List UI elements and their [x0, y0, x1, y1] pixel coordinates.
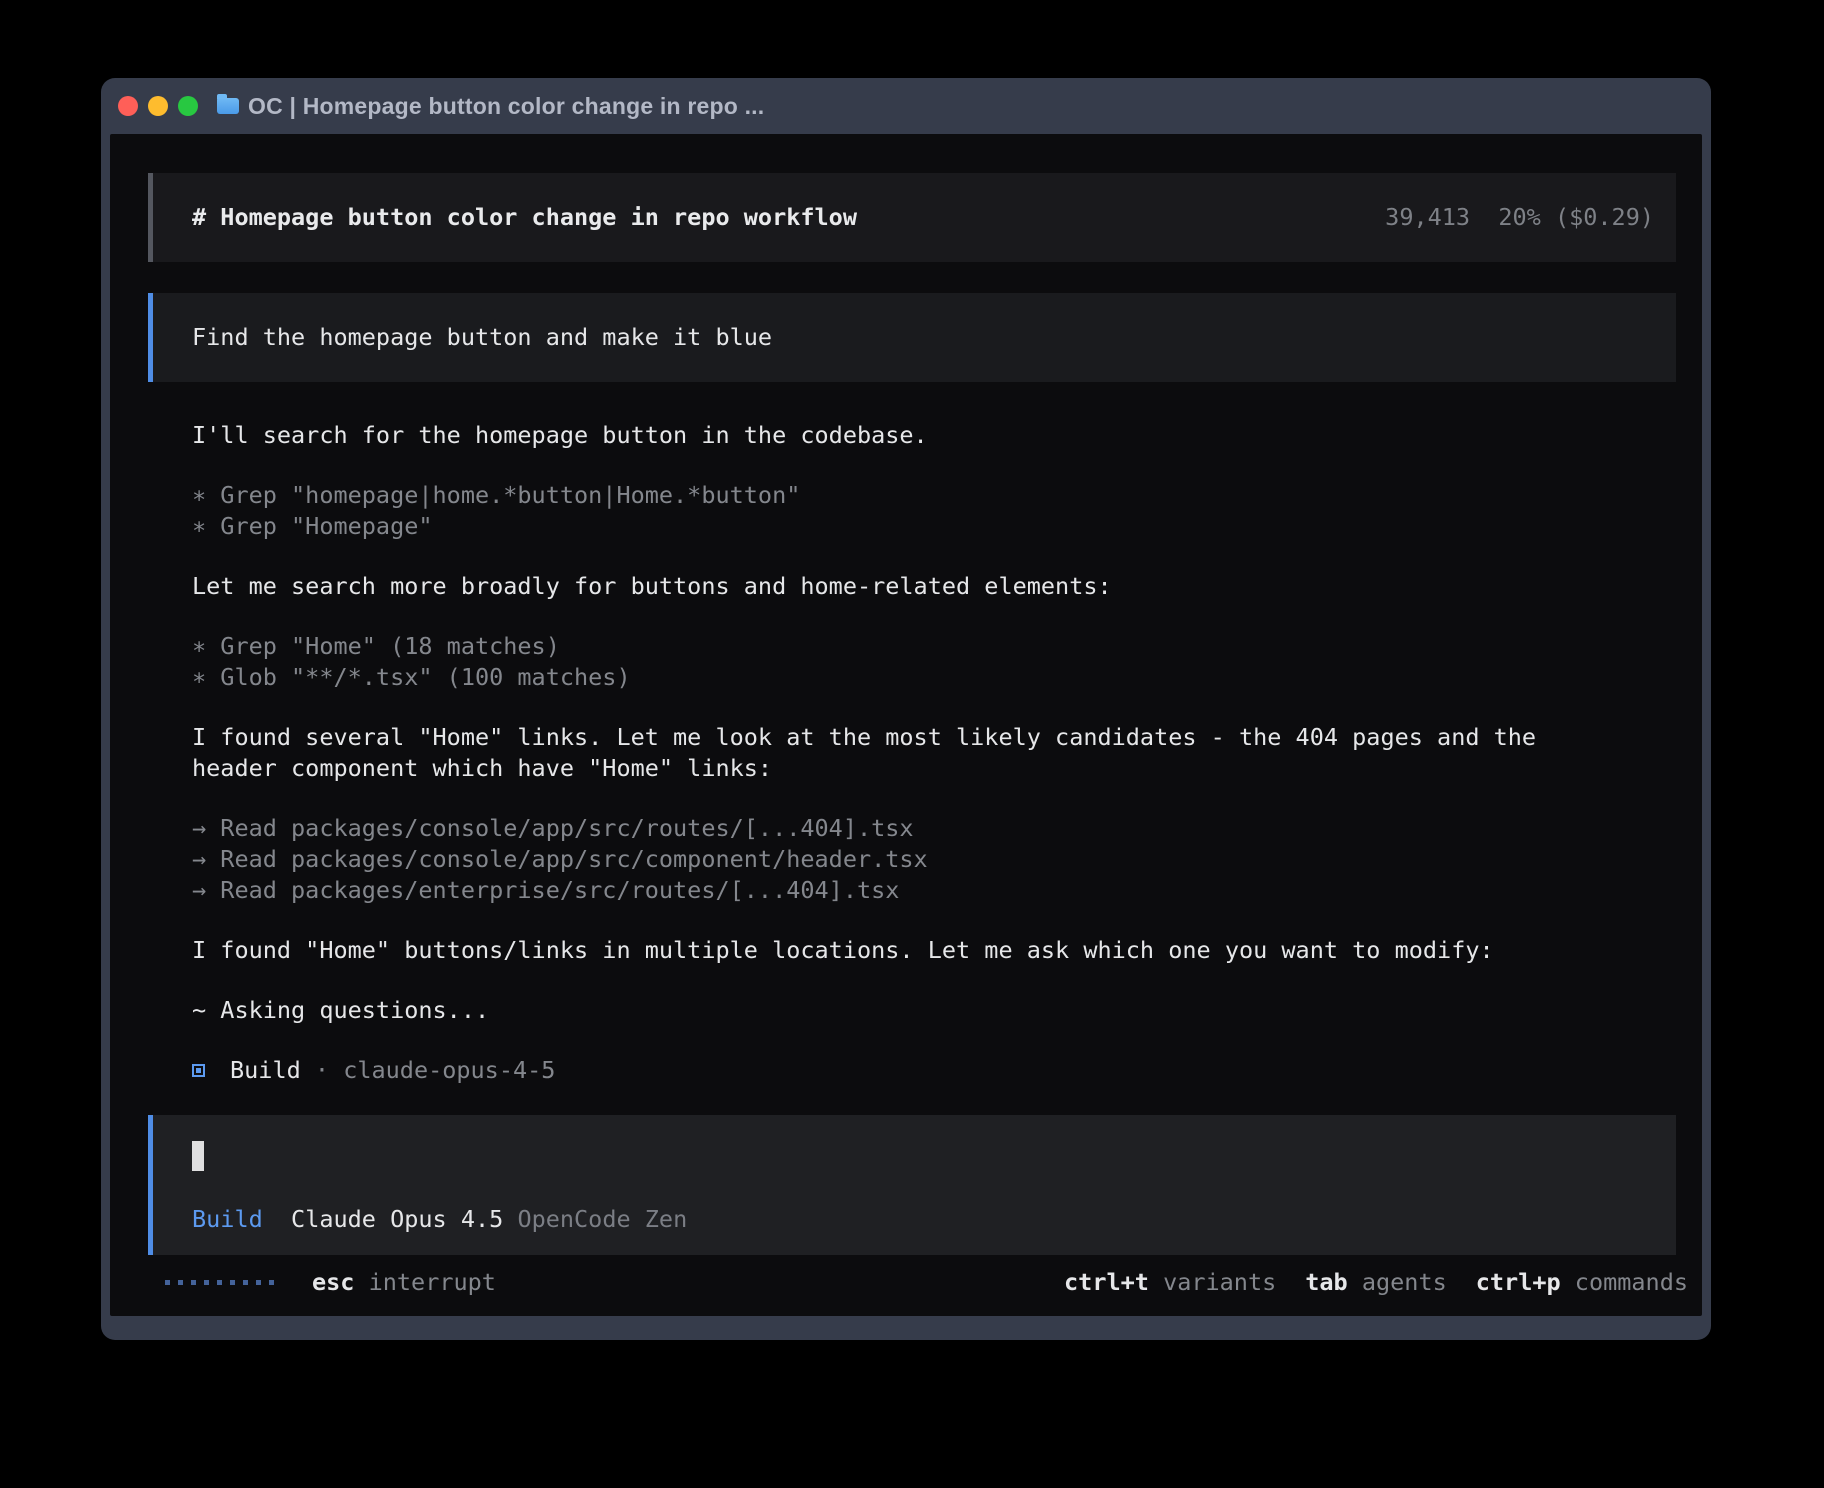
agent-badge-icon [192, 1064, 205, 1077]
asterisk-icon: ∗ [192, 663, 220, 691]
user-message-text: Find the homepage button and make it blu… [192, 322, 772, 353]
minimize-button[interactable] [148, 96, 168, 116]
hint-key: ctrl+t [1064, 1268, 1149, 1296]
assistant-text: I found "Home" buttons/links in multiple… [192, 935, 1676, 966]
hint-key: ctrl+p [1476, 1268, 1561, 1296]
window-title: OC | Homepage button color change in rep… [248, 93, 764, 120]
arrow-right-icon: → [192, 845, 220, 873]
user-message-block: Find the homepage button and make it blu… [148, 293, 1676, 382]
left-keyboard-hints: esc interrupt [312, 1267, 496, 1298]
terminal-content: # Homepage button color change in repo w… [110, 134, 1702, 1316]
assistant-text: ~ Asking questions... [192, 995, 1676, 1026]
spinner-dot [269, 1280, 274, 1285]
tool-call-line: → Read packages/console/app/src/componen… [192, 844, 1676, 875]
spinner-dot [191, 1280, 196, 1285]
zoom-button[interactable] [178, 96, 198, 116]
keyboard-hint: ctrl+t variants [1064, 1267, 1276, 1298]
keyboard-hint: ctrl+p commands [1476, 1267, 1688, 1298]
spinner-dot [178, 1280, 183, 1285]
spinner-dots-icon [165, 1280, 274, 1285]
asterisk-icon: ∗ [192, 481, 220, 509]
tool-call-text: Read packages/enterprise/src/routes/[...… [220, 876, 899, 904]
keyboard-hint: tab agents [1305, 1267, 1447, 1298]
folder-icon [217, 98, 239, 114]
spinner-dot [256, 1280, 261, 1285]
asterisk-icon: ∗ [192, 632, 220, 660]
spinner-dot [165, 1280, 170, 1285]
tool-call-line: → Read packages/console/app/src/routes/[… [192, 813, 1676, 844]
tool-call-line: ∗ Grep "Home" (18 matches) [192, 631, 1676, 662]
asterisk-icon: ∗ [192, 512, 220, 540]
right-keyboard-hints: ctrl+t variants tab agents ctrl+p commands [1064, 1267, 1688, 1298]
conversation: I'll search for the homepage button in t… [148, 420, 1676, 1086]
assistant-text: I'll search for the homepage button in t… [192, 420, 1676, 451]
agent-model: claude-opus-4-5 [343, 1055, 555, 1086]
agent-status-row: Build · claude-opus-4-5 [192, 1055, 1676, 1086]
provider-label: OpenCode Zen [517, 1205, 687, 1233]
assistant-text: Let me search more broadly for buttons a… [192, 571, 1676, 602]
assistant-text: I found several "Home" links. Let me loo… [192, 722, 1676, 784]
keyboard-hint: esc interrupt [312, 1268, 496, 1296]
hint-label: commands [1561, 1268, 1688, 1296]
assistant-text-line: I found "Home" buttons/links in multiple… [192, 935, 1676, 966]
arrow-right-icon: → [192, 814, 220, 842]
assistant-text-line: I'll search for the homepage button in t… [192, 420, 1676, 451]
tool-call-line: ∗ Grep "homepage|home.*button|Home.*butt… [192, 480, 1676, 511]
tool-call-text: Read packages/console/app/src/routes/[..… [220, 814, 913, 842]
hint-label: variants [1149, 1268, 1276, 1296]
spinner-dot [204, 1280, 209, 1285]
text-cursor [192, 1141, 204, 1171]
spinner-dot [230, 1280, 235, 1285]
separator-dot: · [301, 1055, 343, 1086]
window-titlebar[interactable]: OC | Homepage button color change in rep… [101, 78, 1711, 134]
tool-call-line: ∗ Grep "Homepage" [192, 511, 1676, 542]
status-bar: esc interrupt ctrl+t variantstab agentsc… [126, 1267, 1688, 1298]
assistant-text-line: header component which have "Home" links… [192, 753, 1676, 784]
tool-call-text: Glob "**/*.tsx" (100 matches) [220, 663, 630, 691]
session-title: # Homepage button color change in repo w… [192, 202, 857, 233]
close-button[interactable] [118, 96, 138, 116]
input-meta: Build Claude Opus 4.5 OpenCode Zen [192, 1204, 1637, 1235]
hint-label: agents [1348, 1268, 1447, 1296]
hint-key: tab [1305, 1268, 1347, 1296]
session-stats: 39,413 20% ($0.29) [1385, 202, 1654, 233]
tool-call-line: → Read packages/enterprise/src/routes/[.… [192, 875, 1676, 906]
assistant-text-line: ~ Asking questions... [192, 995, 1676, 1026]
assistant-text-line: Let me search more broadly for buttons a… [192, 571, 1676, 602]
tool-call-group: ∗ Grep "homepage|home.*button|Home.*butt… [192, 480, 1676, 542]
tool-call-group: ∗ Grep "Home" (18 matches)∗ Glob "**/*.t… [192, 631, 1676, 693]
prompt-input[interactable]: Build Claude Opus 4.5 OpenCode Zen [148, 1115, 1676, 1255]
tool-call-group: → Read packages/console/app/src/routes/[… [192, 813, 1676, 906]
tool-call-text: Grep "Home" (18 matches) [220, 632, 560, 660]
agent-mode-label[interactable]: Build [192, 1205, 263, 1233]
assistant-text-line: I found several "Home" links. Let me loo… [192, 722, 1676, 753]
hint-label: interrupt [354, 1268, 495, 1296]
hint-key: esc [312, 1268, 354, 1296]
traffic-lights [118, 96, 198, 116]
terminal-window: OC | Homepage button color change in rep… [101, 78, 1711, 1340]
agent-name: Build [230, 1055, 301, 1086]
tool-call-text: Grep "homepage|home.*button|Home.*button… [220, 481, 800, 509]
session-header: # Homepage button color change in repo w… [148, 173, 1676, 262]
tool-call-line: ∗ Glob "**/*.tsx" (100 matches) [192, 662, 1676, 693]
arrow-right-icon: → [192, 876, 220, 904]
spinner-dot [217, 1280, 222, 1285]
spinner-dot [243, 1280, 248, 1285]
model-label[interactable]: Claude Opus 4.5 [291, 1205, 503, 1233]
tool-call-text: Grep "Homepage" [220, 512, 432, 540]
tool-call-text: Read packages/console/app/src/component/… [220, 845, 927, 873]
